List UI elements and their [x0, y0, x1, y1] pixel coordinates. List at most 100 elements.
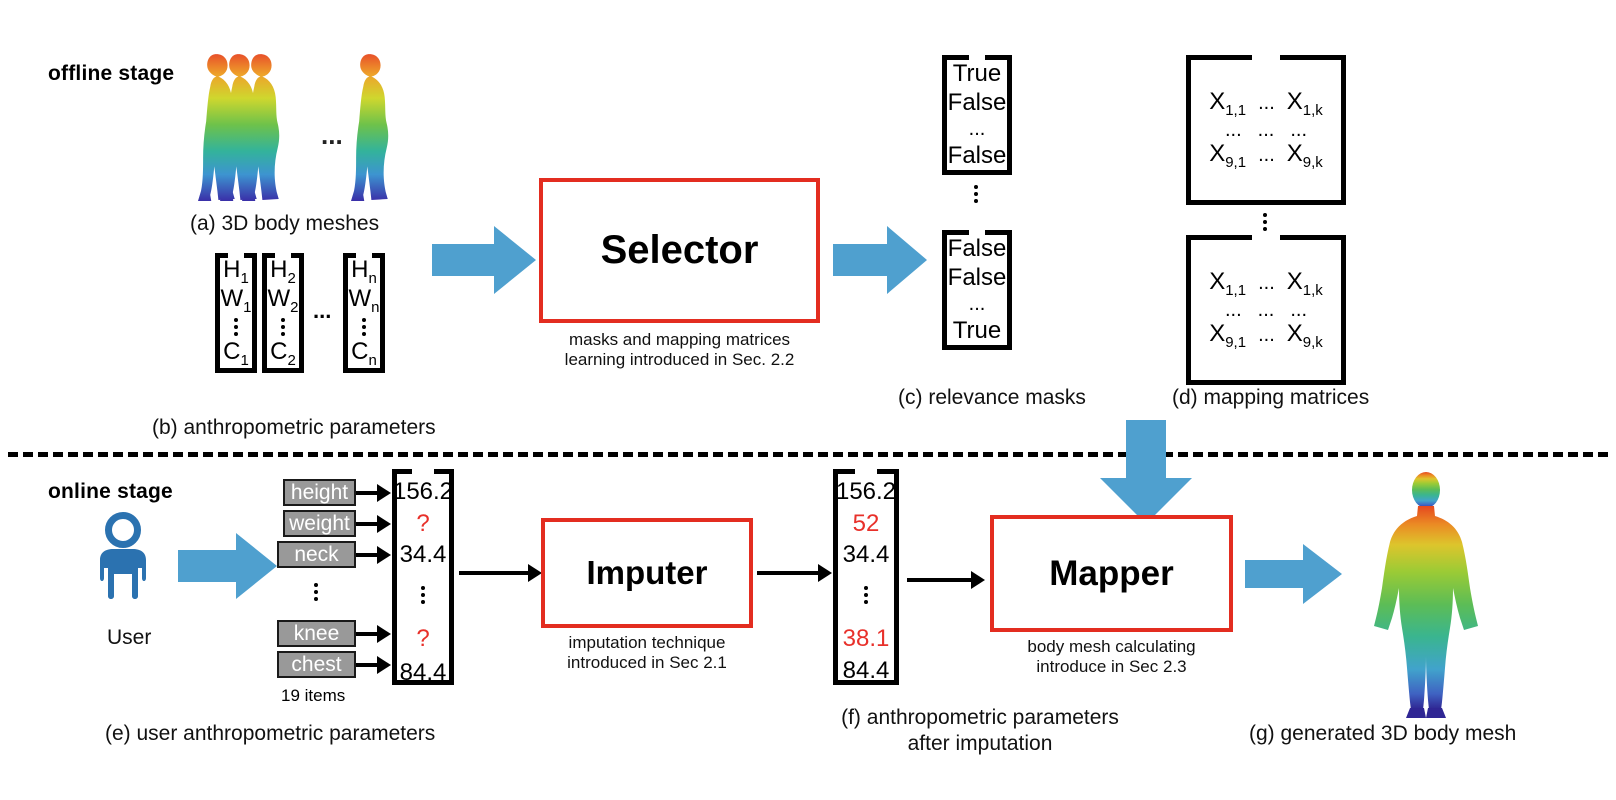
param-chip-weight[interactable]: weight	[283, 510, 356, 537]
matrix-cell-sub: 9,1	[1225, 333, 1247, 351]
matrices-caption: (d) mapping matrices	[1172, 386, 1370, 409]
param-chip-knee[interactable]: knee	[277, 620, 356, 647]
imputed-caption: (f) anthropometric parameters after impu…	[700, 706, 1260, 756]
imputed-value: 84.4	[842, 657, 890, 684]
imputer-title: Imputer	[586, 554, 708, 591]
imputer-box[interactable]: Imputer	[541, 518, 753, 628]
matrix-cell-ellipsis: ...	[1290, 299, 1307, 321]
param-h1: H	[223, 256, 241, 284]
imputer-subtitle: imputation technique introduced in Sec 2…	[541, 633, 753, 673]
body-meshes-icon: ...	[198, 54, 389, 202]
mask-cell: True	[952, 60, 1002, 88]
param-c1-sub: 1	[240, 351, 249, 369]
user-param-value-missing: ?	[416, 625, 430, 652]
matrix-cell-sub: 9,k	[1302, 333, 1323, 351]
matrix-cell-ellipsis: ...	[1257, 299, 1275, 321]
masks-caption: (c) relevance masks	[898, 386, 1086, 409]
matrix-row-ellipsis: ...	[1258, 92, 1275, 115]
matrix-cell-sub: 1,k	[1302, 102, 1323, 119]
chip-connector-head	[377, 656, 391, 674]
online-stage-label: online stage	[48, 480, 173, 503]
param-w2-sub: 2	[290, 298, 299, 316]
param-chip-chest[interactable]: chest	[277, 651, 356, 678]
imputed-value-filled: 38.1	[842, 625, 890, 652]
param-chip-label: weight	[289, 511, 350, 535]
vertical-ellipsis	[234, 315, 238, 339]
chip-connector	[356, 491, 378, 495]
matrix-cell-sub: 1,k	[1302, 282, 1323, 299]
selector-box[interactable]: Selector	[539, 178, 820, 323]
chip-connector-head	[377, 515, 391, 533]
matrix-row-ellipsis: ...	[1258, 324, 1275, 346]
matrix-cell-sub: 9,k	[1302, 153, 1323, 171]
generated-body-mesh-icon	[1374, 472, 1478, 718]
matrix-cell: X	[1286, 140, 1303, 167]
mapper-box[interactable]: Mapper	[990, 515, 1233, 632]
meshes-caption: (a) 3D body meshes	[190, 212, 380, 235]
param-chip-height[interactable]: height	[283, 479, 356, 506]
arrow-params-to-imputer-head	[528, 564, 542, 582]
arrow-selector-to-masks	[833, 222, 928, 303]
blue-arrow-right-icon	[178, 533, 277, 599]
imputed-value: 156.2	[835, 478, 897, 505]
arrow-imputer-to-imputed	[757, 571, 819, 575]
user-label: User	[107, 626, 152, 649]
matrix-cell-sub: 1,1	[1225, 102, 1247, 119]
imputer-subtitle-line2: introduced in Sec 2.1	[567, 653, 727, 673]
body-meshes-group: ...	[196, 44, 416, 204]
param-wn: W	[348, 284, 372, 312]
matrix-cell: X	[1209, 140, 1226, 167]
arrow-imputed-to-mapper-head	[971, 571, 985, 589]
mask-cell-ellipsis: ...	[968, 293, 986, 316]
selector-subtitle-line2: learning introduced in Sec. 2.2	[564, 350, 795, 370]
matrix-cell-sub: 9,1	[1225, 153, 1247, 171]
user-params-caption: (e) user anthropometric parameters	[105, 722, 436, 745]
blue-arrow-right-icon	[432, 226, 536, 294]
param-w2: W	[267, 284, 291, 312]
param-chip-neck[interactable]: neck	[277, 541, 356, 568]
matrix-cell: X	[1209, 268, 1226, 296]
stage-divider	[8, 452, 1608, 457]
user-param-value: 84.4	[399, 659, 447, 686]
param-wn-sub: n	[371, 298, 380, 316]
blue-arrow-right-icon	[833, 226, 927, 294]
imputed-caption-line2: after imputation	[907, 732, 1053, 755]
selector-subtitle: masks and mapping matrices learning intr…	[539, 330, 820, 370]
arrow-imputer-to-imputed-head	[818, 564, 832, 582]
param-cn-sub: n	[368, 351, 377, 369]
param-hn: H	[351, 256, 369, 284]
matrices-vertical-ellipsis	[1263, 210, 1267, 234]
param-h2: H	[270, 256, 288, 284]
selector-subtitle-line1: masks and mapping matrices	[568, 330, 791, 349]
svg-text:...: ...	[321, 120, 343, 150]
param-w1-sub: 1	[243, 298, 252, 316]
person-icon	[100, 512, 146, 599]
output-mesh-group	[1356, 470, 1496, 720]
matrix-cell: X	[1209, 320, 1226, 347]
param-c2-sub: 2	[287, 351, 296, 369]
mapper-subtitle-line1: body mesh calculating	[1027, 637, 1196, 656]
mask-cell: False	[947, 88, 1007, 116]
mapper-subtitle: body mesh calculating introduce in Sec 2…	[990, 637, 1233, 677]
user-icon-group	[84, 512, 162, 609]
matrix-cell: X	[1286, 320, 1303, 347]
output-caption: (g) generated 3D body mesh	[1249, 722, 1517, 745]
mask-cell: False	[947, 235, 1007, 263]
matrix-row-ellipsis: ...	[1258, 272, 1275, 295]
blue-arrow-right-icon	[1245, 544, 1342, 604]
chip-connector	[356, 553, 378, 557]
masks-vertical-ellipsis	[974, 182, 978, 206]
param-w1: W	[220, 284, 244, 312]
matrix-cell-ellipsis: ...	[1224, 299, 1242, 321]
arrow-mapper-to-output	[1245, 542, 1343, 611]
param-chip-label: chest	[291, 652, 342, 676]
param-cn: C	[351, 337, 369, 365]
chip-connector-head	[377, 625, 391, 643]
matrix-row-ellipsis: ...	[1258, 144, 1275, 166]
arrow-params-to-selector	[432, 222, 537, 303]
matrix-cell-sub: 1,1	[1225, 282, 1247, 299]
matrix-cell-ellipsis: ...	[1290, 119, 1307, 141]
mask-cell-ellipsis: ...	[968, 118, 986, 141]
imputed-value-filled: 52	[852, 510, 880, 537]
selector-title: Selector	[600, 228, 759, 272]
